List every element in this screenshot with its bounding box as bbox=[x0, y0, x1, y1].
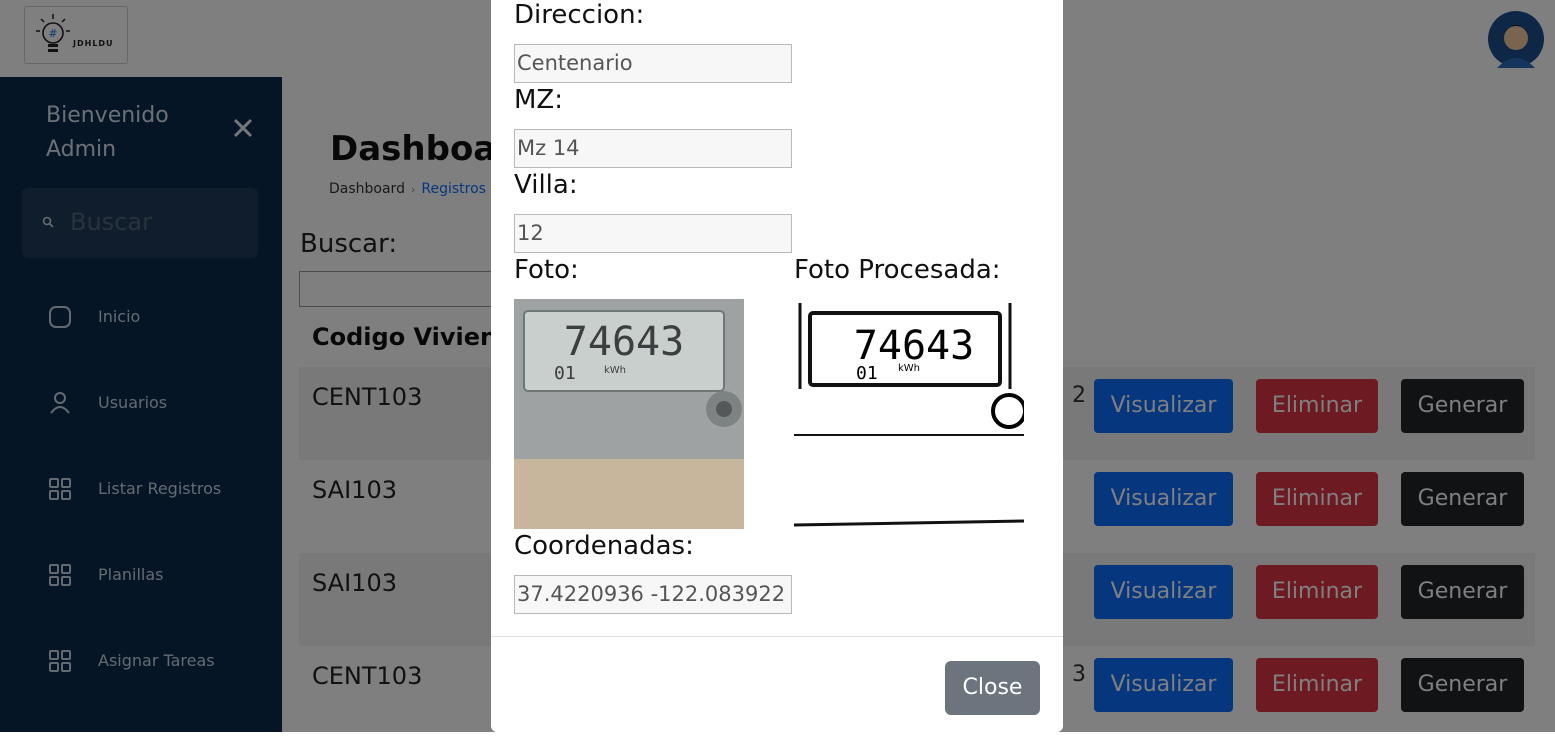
mz-label: MZ: bbox=[514, 85, 564, 115]
coordenadas-field[interactable]: 37.4220936 -122.083922 bbox=[514, 575, 792, 614]
meter-photo-sub: 01 bbox=[554, 363, 576, 384]
coordenadas-label: Coordenadas: bbox=[514, 531, 694, 561]
meter-processed-unit: kWh bbox=[898, 363, 920, 374]
foto-label: Foto: bbox=[514, 255, 579, 285]
mz-field[interactable]: Mz 14 bbox=[514, 129, 792, 168]
meter-photo-reading: 74643 bbox=[564, 319, 684, 365]
modal-footer-divider bbox=[491, 636, 1063, 637]
registro-detail-modal: Direccion: Centenario MZ: Mz 14 Villa: 1… bbox=[491, 0, 1063, 732]
meter-processed-sub: 01 bbox=[856, 363, 878, 384]
meter-photo-unit: kWh bbox=[604, 365, 626, 376]
close-button[interactable]: Close bbox=[945, 661, 1040, 715]
direccion-label: Direccion: bbox=[514, 0, 645, 30]
villa-field[interactable]: 12 bbox=[514, 214, 792, 253]
foto-procesada-label: Foto Procesada: bbox=[794, 255, 1001, 285]
meter-photo: 74643 01 kWh bbox=[514, 299, 744, 529]
direccion-field[interactable]: Centenario bbox=[514, 44, 792, 83]
villa-label: Villa: bbox=[514, 170, 578, 200]
meter-photo-processed: 74643 01 kWh bbox=[794, 299, 1024, 529]
